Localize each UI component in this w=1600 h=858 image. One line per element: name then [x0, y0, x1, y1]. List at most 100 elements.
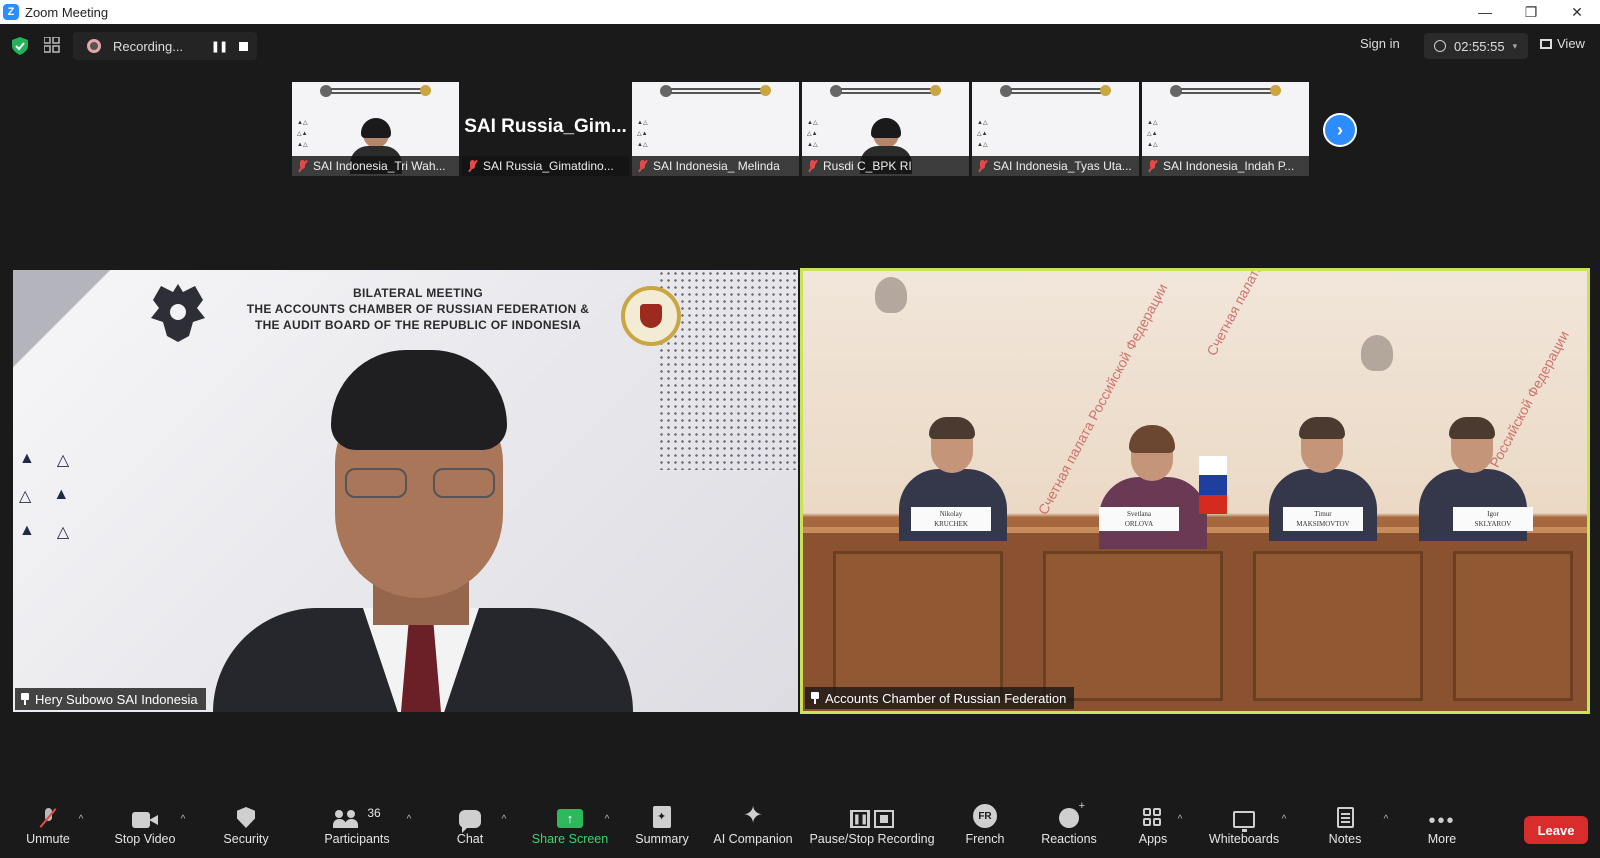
timer-value: 02:55:55	[1454, 38, 1505, 54]
security-shield-icon	[237, 807, 255, 828]
wall-lettering: Счетная палата	[1203, 268, 1266, 359]
recording-indicator: Recording... ❚❚	[73, 32, 257, 60]
garuda-emblem-icon	[760, 85, 771, 96]
table-panel	[1043, 551, 1223, 701]
more-button[interactable]: ••• More	[1424, 798, 1460, 858]
next-page-button[interactable]: ›	[1323, 113, 1357, 147]
notes-icon	[1336, 807, 1354, 828]
garuda-emblem-icon	[1100, 85, 1111, 96]
more-dots-icon: •••	[1428, 810, 1456, 832]
slide-decoration	[13, 270, 133, 390]
encryption-shield-icon[interactable]	[12, 37, 28, 55]
participant-thumbnail[interactable]: ▲△ △▲ ▲△ SAI Indonesia_ Melinda	[632, 82, 799, 176]
maximize-button[interactable]: ❐	[1508, 0, 1554, 24]
ai-companion-button[interactable]: ✦ AI Companion	[712, 798, 794, 858]
minimize-button[interactable]: —	[1462, 0, 1508, 24]
meeting-timer[interactable]: 02:55:55 ▾	[1424, 33, 1528, 59]
participant-thumbnail[interactable]: ▲△ △▲ ▲△ SAI Indonesia_Tyas Uta...	[972, 82, 1139, 176]
apps-button[interactable]: Apps	[1136, 798, 1170, 858]
participant-name-placeholder: SAI Russia_Gim...	[464, 116, 627, 137]
reactions-button[interactable]: Reactions	[1038, 798, 1100, 858]
window-title: Zoom Meeting	[25, 4, 109, 20]
share-screen-button[interactable]: ↑ Share Screen	[530, 798, 610, 858]
whiteboards-button[interactable]: Whiteboards	[1206, 798, 1282, 858]
view-label: View	[1557, 36, 1585, 51]
participant-thumbnail[interactable]: ▲△ △▲ ▲△ SAI Indonesia_Indah P...	[1142, 82, 1309, 176]
recording-status-text: Recording...	[113, 38, 184, 54]
chat-bubble-icon	[459, 810, 481, 833]
flag-stripe-blue	[1199, 475, 1227, 495]
muted-mic-icon	[638, 160, 648, 172]
triangle-pattern-icon: ▲△ △▲ ▲△	[1147, 120, 1158, 148]
participant-thumbnail[interactable]: ▲△ △▲ ▲△ SAI Indonesia_Tri Wah...	[292, 82, 459, 176]
participant-thumbnail-strip: ▲△ △▲ ▲△ SAI Indonesia_Tri Wah... SAI Russ…	[292, 82, 1312, 176]
muted-mic-icon	[1148, 160, 1158, 172]
recording-dot-icon	[87, 39, 101, 53]
thumbnail-name-label: SAI Indonesia_Tyas Uta...	[972, 156, 1139, 176]
language-button[interactable]: FR French	[964, 798, 1006, 858]
stop-recording-button[interactable]	[231, 34, 255, 58]
muted-mic-icon	[808, 160, 818, 172]
pause-stop-recording-button[interactable]: ❚❚ Pause/Stop Recording	[808, 798, 936, 858]
nameplate: Nikolay KRUCHEK	[911, 507, 991, 531]
participants-options-caret[interactable]: ^	[403, 814, 415, 825]
participant-thumbnail[interactable]: ▲△ △▲ ▲△ Rusdi C_BPK RI	[802, 82, 969, 176]
chat-options-caret[interactable]: ^	[498, 814, 510, 825]
chat-button[interactable]: Chat	[450, 798, 490, 858]
pin-icon	[21, 693, 29, 705]
russian-eagle-emblem-icon	[151, 284, 205, 342]
sign-in-link[interactable]: Sign in	[1360, 36, 1400, 51]
garuda-emblem-icon	[930, 85, 941, 96]
triangle-pattern-icon: ▲ △ △ ▲ ▲ △	[19, 450, 70, 541]
security-button[interactable]: Security	[220, 798, 272, 858]
participant-thumbnail[interactable]: SAI Russia_Gim... SAI Russia_Gimatdino..…	[462, 82, 629, 176]
table-panel	[1253, 551, 1423, 701]
meeting-topbar: Recording... ❚❚ Sign in 02:55:55 ▾ View	[0, 24, 1600, 66]
view-layout-icon	[1540, 38, 1552, 49]
panelist-video	[1093, 425, 1213, 549]
apps-icon	[1143, 808, 1163, 828]
leave-button[interactable]: Leave	[1524, 816, 1588, 844]
close-button[interactable]: ✕	[1554, 0, 1600, 24]
flag-stripe-white	[1199, 456, 1227, 476]
video-options-caret[interactable]: ^	[177, 814, 189, 825]
view-button[interactable]: View	[1540, 36, 1585, 51]
garuda-emblem-icon	[420, 85, 431, 96]
summary-button[interactable]: Summary	[632, 798, 692, 858]
nameplate: Svetlana ORLOVA	[1099, 507, 1179, 531]
wall-emblem-icon	[1351, 329, 1403, 389]
sparkle-icon: ✦	[742, 802, 764, 829]
table-panel	[1453, 551, 1573, 701]
clock-icon	[1434, 40, 1446, 52]
russian-flag	[1199, 456, 1227, 514]
wall-emblem-icon	[865, 271, 917, 331]
share-options-caret[interactable]: ^	[601, 814, 613, 825]
participants-button[interactable]: 36 Participants	[320, 798, 394, 858]
stop-icon	[238, 41, 248, 51]
thumbnail-name-label: SAI Indonesia_ Melinda	[632, 156, 799, 176]
notes-options-caret[interactable]: ^	[1380, 814, 1392, 825]
triangle-pattern-icon: ▲△ △▲ ▲△	[807, 120, 818, 148]
thumbnail-name-label: SAI Russia_Gimatdino...	[462, 156, 629, 176]
muted-mic-icon	[41, 808, 55, 828]
gallery-grid-icon[interactable]	[44, 37, 60, 53]
video-tile-accounts-chamber[interactable]: Счетная палата Российской Федерации Счет…	[800, 268, 1590, 714]
muted-mic-icon	[468, 160, 478, 172]
triangle-pattern-icon: ▲△ △▲ ▲△	[977, 120, 988, 148]
zoom-logo-icon: Z	[3, 4, 19, 20]
table-panel	[833, 551, 1003, 701]
meeting-toolbar: Unmute ^ Stop Video ^ Security 36 Partic…	[0, 798, 1600, 858]
stop-video-button[interactable]: Stop Video	[110, 798, 180, 858]
participants-icon	[333, 810, 359, 828]
window-titlebar: Z Zoom Meeting — ❐ ✕	[0, 0, 1600, 24]
speaker-video	[213, 350, 633, 712]
video-tile-hery-subowo[interactable]: BILATERAL MEETING THE ACCOUNTS CHAMBER O…	[13, 270, 798, 712]
unmute-button[interactable]: Unmute	[22, 798, 74, 858]
audio-options-caret[interactable]: ^	[75, 814, 87, 825]
notes-button[interactable]: Notes	[1326, 798, 1364, 858]
apps-options-caret[interactable]: ^	[1174, 814, 1186, 825]
whiteboards-options-caret[interactable]: ^	[1278, 814, 1290, 825]
share-screen-icon: ↑	[557, 809, 583, 828]
pause-recording-button[interactable]: ❚❚	[207, 34, 231, 58]
pin-icon	[811, 692, 819, 704]
